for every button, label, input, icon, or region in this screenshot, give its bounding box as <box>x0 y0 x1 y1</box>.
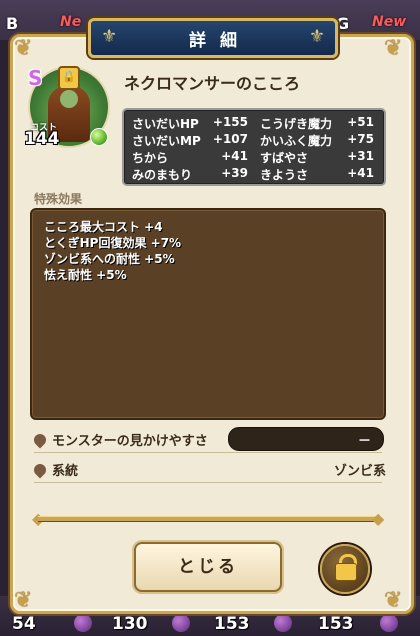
drop-icon <box>31 431 49 449</box>
page-title: 詳細 <box>189 31 251 51</box>
effect-line: こころ最大コスト +4 <box>44 220 163 234</box>
corner-ornament-icon: ❦ <box>384 588 403 613</box>
stat-value: +41 <box>347 166 374 180</box>
lock-icon <box>335 563 357 581</box>
looks-bar: － <box>228 427 384 451</box>
effect-line: とくぎHP回復効果 +7% <box>44 236 182 250</box>
corner-ornament-icon: ❦ <box>14 36 33 61</box>
title-banner: ⚜ 詳細 ⚜ <box>88 18 338 58</box>
background-number: 130 <box>112 614 148 634</box>
green-orb-icon <box>90 128 108 146</box>
effect-line: 怯え耐性 +5% <box>44 268 127 282</box>
corner-ornament-icon: ❦ <box>384 36 403 61</box>
background-orb-icon <box>172 614 190 632</box>
stat-name: かいふく魔力 <box>260 134 333 148</box>
family-label: 系統 <box>52 464 79 479</box>
stat-row: さいだいMP +107 かいふく魔力 +75 <box>124 132 384 149</box>
stat-name: ちから <box>132 151 169 165</box>
lock-button[interactable] <box>320 544 370 594</box>
stat-name: きようさ <box>260 168 309 182</box>
background-orb-icon <box>74 614 92 632</box>
stat-row: ちから +41 すばやさ +31 <box>124 149 384 166</box>
stat-row: みのまもり +39 きようさ +41 <box>124 166 384 183</box>
stat-value: +41 <box>221 149 248 163</box>
stat-value: +39 <box>221 166 248 180</box>
background-number: 54 <box>12 614 36 634</box>
stat-value: +31 <box>347 149 374 163</box>
rank-badge: S <box>28 66 43 90</box>
heart-name: ネクロマンサーのこころ <box>124 74 301 93</box>
background-new-label-2: New <box>372 14 407 30</box>
stat-value: +155 <box>212 115 248 129</box>
divider <box>34 482 382 483</box>
stat-row: さいだいHP +155 こうげき魔力 +51 <box>124 115 384 132</box>
monster-face <box>60 90 78 108</box>
effects-box[interactable]: こころ最大コスト +4 とくぎHP回復効果 +7% ゾンビ系への耐性 +5% 怯… <box>30 208 386 420</box>
cost-value: 144 <box>24 129 60 149</box>
ornament-line <box>38 516 378 522</box>
fleur-icon: ⚜ <box>308 26 325 47</box>
lock-icon: 🔒 <box>58 66 80 90</box>
background-orb-icon <box>274 614 292 632</box>
stat-value: +75 <box>347 132 374 146</box>
stat-name: さいだいHP <box>132 117 199 131</box>
stat-name: すばやさ <box>260 151 309 165</box>
background-new-label: Ne <box>60 14 82 30</box>
background-number: 153 <box>214 614 250 634</box>
stat-value: +107 <box>212 132 248 146</box>
looks-row: モンスターの見かけやすさ <box>31 430 208 449</box>
family-row: 系統 <box>31 460 79 479</box>
background-number: 153 <box>318 614 354 634</box>
drop-icon <box>31 461 49 479</box>
stat-name: こうげき魔力 <box>260 117 333 131</box>
family-value: ゾンビ系 <box>333 464 386 479</box>
stats-box: さいだいHP +155 こうげき魔力 +51 さいだいMP +107 かいふく魔… <box>122 108 386 186</box>
divider <box>34 452 382 453</box>
stat-name: みのまもり <box>132 168 193 182</box>
corner-ornament-icon: ❦ <box>14 588 33 613</box>
background-orb-icon <box>380 614 398 632</box>
close-button[interactable]: とじる <box>134 542 282 592</box>
looks-label: モンスターの見かけやすさ <box>52 434 208 449</box>
looks-value: － <box>357 434 371 449</box>
effect-line: ゾンビ系への耐性 +5% <box>44 252 175 266</box>
background-tag-b: B <box>6 14 19 33</box>
ornament-icon: ◆ <box>372 509 385 528</box>
stat-name: さいだいMP <box>132 134 201 148</box>
effects-label: 特殊効果 <box>34 192 83 206</box>
stat-value: +51 <box>347 115 374 129</box>
